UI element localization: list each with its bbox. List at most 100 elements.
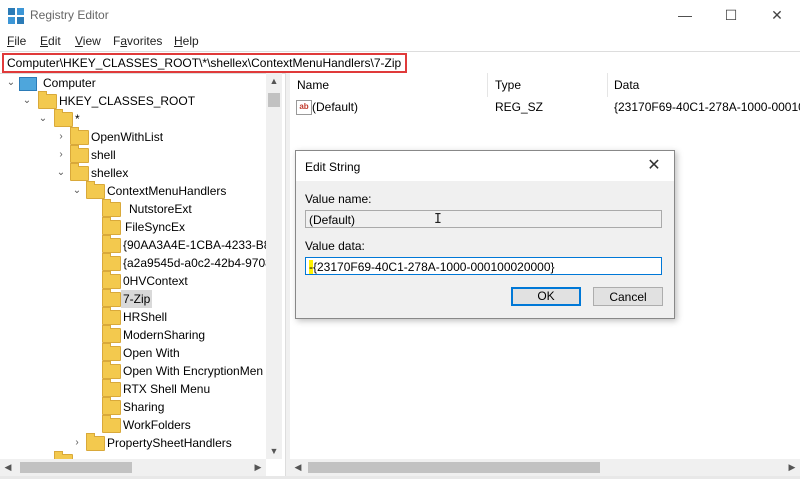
folder-icon (102, 199, 121, 217)
window-title: Registry Editor (30, 8, 109, 22)
dialog-close-button[interactable]: ✕ (642, 155, 666, 177)
tree-item-handler[interactable]: {90AA3A4E-1CBA-4233-B8E (0, 235, 278, 254)
value-name-label: Value name: (305, 192, 372, 206)
menu-favorites[interactable]: Favorites (113, 34, 162, 48)
tree-item-shell[interactable]: › shell (0, 145, 266, 164)
scrollbar-thumb[interactable] (308, 462, 600, 473)
tree-label: Computer (43, 76, 96, 90)
computer-icon (19, 77, 37, 91)
tree-item-handler[interactable]: Open With (0, 343, 266, 362)
tree-item-handler[interactable]: NutstoreExt (0, 199, 266, 218)
tree-label: Open With (123, 346, 180, 360)
close-button[interactable]: ✕ (754, 0, 800, 31)
chevron-down-icon[interactable]: ⌄ (38, 110, 48, 128)
maximize-button[interactable]: ☐ (708, 0, 754, 31)
tree-item-handler[interactable]: WorkFolders (0, 415, 266, 434)
column-header-data[interactable]: Data (614, 78, 639, 92)
chevron-down-icon[interactable]: ⌄ (22, 92, 32, 110)
value-type: REG_SZ (495, 100, 544, 114)
tree-item-handler[interactable]: 0HVContext (0, 271, 266, 290)
tree-item-handler[interactable]: Sharing (0, 397, 266, 416)
folder-icon (102, 379, 121, 397)
scroll-down-icon[interactable]: ▼ (266, 443, 282, 459)
chevron-right-icon[interactable]: › (56, 128, 66, 146)
tree-item-propertysheethandlers[interactable]: › PropertySheetHandlers (0, 433, 266, 452)
menu-bar: File Edit View Favorites Help (0, 31, 800, 51)
column-header-type[interactable]: Type (495, 78, 521, 92)
scrollbar-thumb[interactable] (20, 462, 132, 473)
ok-button[interactable]: OK (511, 287, 581, 306)
tree-item-handler[interactable]: Open With EncryptionMen (0, 361, 266, 380)
chevron-right-icon[interactable]: › (72, 434, 82, 452)
folder-icon (102, 271, 121, 289)
chevron-down-icon[interactable]: ⌄ (72, 182, 82, 200)
tree-label: Sharing (123, 400, 165, 414)
tree-label: shellex (91, 166, 129, 180)
tree-label: 0HVContext (123, 274, 188, 288)
tree-item-computer[interactable]: ⌄ Computer (0, 74, 266, 92)
tree-label: HKEY_CLASSES_ROOT (59, 94, 196, 108)
column-divider[interactable] (607, 73, 608, 97)
scroll-left-icon[interactable]: ◀ (290, 459, 306, 476)
tree-item-shellex[interactable]: ⌄ shellex (0, 163, 266, 182)
tree-item-star[interactable]: ⌄ * (0, 109, 266, 128)
chevron-right-icon[interactable]: › (56, 146, 66, 164)
value-name-field: (Default) (305, 210, 662, 228)
tree-label: NutstoreExt (129, 202, 192, 216)
values-horizontal-scrollbar[interactable]: ◀ ▶ (290, 459, 800, 476)
list-item[interactable]: ab (Default) REG_SZ {23170F69-40C1-278A-… (290, 98, 800, 116)
menu-edit[interactable]: Edit (40, 34, 61, 48)
value-data-field[interactable]: -{23170F69-40C1-278A-1000-000100020000} (305, 257, 662, 275)
tree-label: ContextMenuHandlers (107, 184, 227, 198)
menu-view[interactable]: View (75, 34, 101, 48)
tree-item-handler[interactable]: RTX Shell Menu (0, 379, 266, 398)
chevron-down-icon[interactable]: ⌄ (56, 164, 66, 182)
column-header-name[interactable]: Name (297, 78, 329, 92)
tree-item-7zip[interactable]: 7-Zip (0, 289, 266, 308)
tree-label: {90AA3A4E-1CBA-4233-B8E (123, 238, 279, 252)
folder-icon (70, 163, 89, 181)
chevron-down-icon[interactable]: ⌄ (6, 74, 16, 92)
scrollbar-thumb[interactable] (268, 93, 280, 107)
folder-icon (102, 289, 121, 307)
tree-vertical-scrollbar[interactable]: ▲ ▼ (266, 73, 282, 459)
tree-label: {a2a9545d-a0c2-42b4-9708 (123, 256, 272, 270)
value-name-text: (Default) (309, 213, 356, 227)
tree-item-hkcr[interactable]: ⌄ HKEY_CLASSES_ROOT (0, 91, 266, 110)
minimize-button[interactable]: — (662, 0, 708, 31)
tree-item-partial (0, 451, 266, 459)
scroll-up-icon[interactable]: ▲ (266, 73, 282, 89)
tree-label: HRShell (123, 310, 168, 324)
tree-item-contextmenuhandlers[interactable]: ⌄ ContextMenuHandlers (0, 181, 266, 200)
value-data-text: {23170F69-40C1-278A-1000-000100020000} (313, 260, 555, 274)
tree-item-handler[interactable]: FileSyncEx (0, 217, 266, 236)
tree-horizontal-scrollbar[interactable]: ◀ ▶ (0, 459, 266, 476)
tree-item-handler[interactable]: HRShell (0, 307, 266, 326)
folder-icon (86, 181, 105, 199)
folder-icon (38, 91, 57, 109)
folder-icon (102, 253, 121, 271)
edit-string-dialog: Edit String ✕ Value name: (Default) I Va… (295, 150, 675, 319)
menu-help[interactable]: Help (174, 34, 199, 48)
tree-label: shell (91, 148, 116, 162)
cancel-button[interactable]: Cancel (593, 287, 663, 306)
string-value-icon: ab (296, 100, 312, 115)
scroll-right-icon[interactable]: ▶ (784, 459, 800, 476)
tree-item-handler[interactable]: ModernSharing (0, 325, 266, 344)
tree-item-openwithlist[interactable]: › OpenWithList (0, 127, 266, 146)
folder-icon (102, 307, 121, 325)
tree-item-handler[interactable]: {a2a9545d-a0c2-42b4-9708 (0, 253, 272, 272)
column-divider[interactable] (487, 73, 488, 97)
folder-icon (102, 361, 121, 379)
folder-icon (70, 127, 89, 145)
value-name: (Default) (312, 100, 359, 114)
menu-file[interactable]: File (7, 34, 26, 48)
scroll-right-icon[interactable]: ▶ (250, 459, 266, 476)
folder-icon (102, 217, 121, 235)
tree-label: WorkFolders (123, 418, 191, 432)
value-data-label: Value data: (305, 239, 365, 253)
scroll-left-icon[interactable]: ◀ (0, 459, 16, 476)
address-path[interactable]: Computer\HKEY_CLASSES_ROOT\*\shellex\Con… (2, 53, 408, 73)
address-bar[interactable]: Computer\HKEY_CLASSES_ROOT\*\shellex\Con… (0, 51, 800, 74)
tree-label: PropertySheetHandlers (107, 436, 232, 450)
